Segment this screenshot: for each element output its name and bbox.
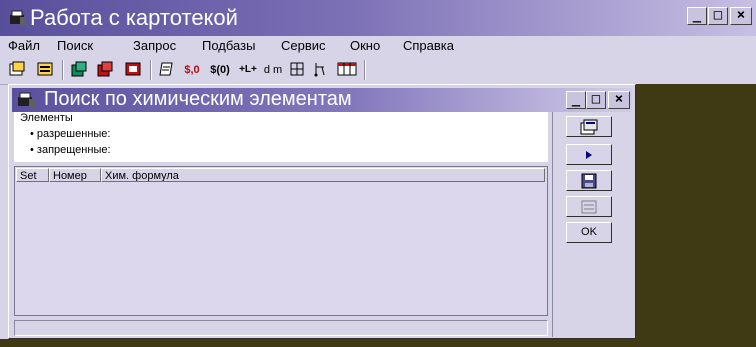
table-icon[interactable] — [336, 61, 358, 79]
menu-bar: Файл Поиск Запрос Подбазы Сервис Окно Сп… — [0, 36, 756, 56]
price-zero-icon[interactable]: $,0 — [180, 61, 204, 79]
column-header-formula[interactable]: Хим. формула — [101, 168, 545, 182]
dm-icon[interactable]: d m — [262, 61, 284, 79]
ok-button[interactable]: OK — [566, 222, 612, 243]
child-close-button[interactable]: × — [608, 91, 630, 109]
status-field — [14, 320, 548, 336]
forbidden-elements-label: • запрещенные: — [30, 144, 111, 156]
db-green-icon[interactable] — [70, 61, 88, 79]
menu-help[interactable]: Справка — [403, 38, 454, 53]
menu-subbases[interactable]: Подбазы — [202, 38, 255, 53]
print-icon[interactable] — [158, 61, 176, 79]
minimize-button[interactable]: _ — [687, 7, 707, 25]
allowed-elements-label: • разрешенные: — [30, 128, 111, 140]
db-red-icon[interactable] — [96, 61, 114, 79]
db-single-icon[interactable] — [124, 61, 142, 79]
child-maximize-button[interactable]: □ — [586, 91, 606, 109]
results-grid[interactable] — [14, 166, 548, 316]
menu-window[interactable]: Окно — [350, 38, 380, 53]
menu-query[interactable]: Запрос — [133, 38, 176, 53]
card-open-icon[interactable] — [8, 61, 26, 79]
child-minimize-button[interactable]: _ — [566, 91, 586, 109]
play-icon — [586, 151, 592, 159]
column-header-number[interactable]: Номер — [49, 168, 101, 182]
link-icon[interactable]: +L+ — [236, 61, 260, 79]
toolbar-separator — [62, 60, 64, 80]
mdi-background-bottom — [0, 339, 636, 347]
floppy-icon — [581, 173, 597, 189]
mdi-background — [636, 84, 756, 347]
menu-search[interactable]: Поиск — [57, 38, 93, 53]
filter-button — [566, 196, 612, 217]
app-icon — [8, 8, 28, 28]
toolbar-separator — [364, 60, 366, 80]
elements-heading: Элементы — [20, 112, 73, 124]
card-list-icon[interactable] — [36, 61, 54, 79]
column-header-set[interactable]: Set — [16, 168, 49, 182]
run-button[interactable] — [566, 144, 612, 165]
search-window-title: Поиск по химическим элементам — [44, 88, 352, 110]
maximize-button[interactable]: □ — [708, 7, 728, 25]
menu-file[interactable]: Файл — [8, 38, 40, 53]
window-title: Работа с картотекой — [30, 5, 238, 30]
tree-icon[interactable] — [310, 61, 330, 79]
filter-icon — [581, 200, 597, 214]
toolbar: $,0 $(0) +L+ d m — [0, 56, 756, 85]
app-icon — [16, 91, 38, 109]
save-button[interactable] — [566, 170, 612, 191]
close-button[interactable]: × — [730, 7, 752, 25]
properties-button[interactable] — [566, 116, 612, 137]
toolbar-separator — [150, 60, 152, 80]
properties-icon — [580, 119, 598, 135]
price-bracket-icon[interactable]: $(0) — [206, 61, 234, 79]
structure-icon[interactable] — [288, 61, 306, 79]
menu-service[interactable]: Сервис — [281, 38, 326, 53]
